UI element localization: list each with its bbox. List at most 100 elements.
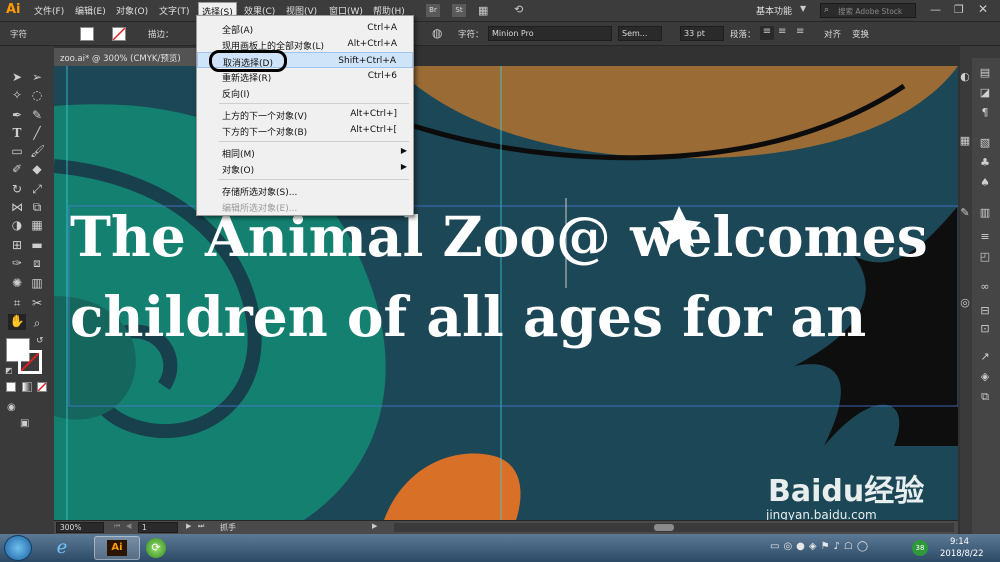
notification-badge[interactable]: 38	[912, 540, 928, 556]
symbols-icon[interactable]: ♣	[978, 156, 992, 170]
ie-taskbar-icon[interactable]: ℯ	[48, 538, 76, 558]
headline-line-2[interactable]: children of all ages for an	[70, 284, 866, 349]
rotate-tool-icon[interactable]: ↻	[10, 182, 24, 196]
selection-tool-icon[interactable]: ➤	[10, 70, 24, 84]
prev-page-icon[interactable]: ◀	[126, 522, 131, 530]
gradient-mode-icon[interactable]	[22, 382, 32, 392]
artboards-icon[interactable]: ◰	[978, 250, 992, 264]
menu-edit[interactable]: 编辑(E)	[75, 4, 106, 17]
links-icon[interactable]: ∞	[978, 280, 992, 294]
artboard-tool-icon[interactable]: ⌗	[10, 296, 24, 310]
shaper-tool-icon[interactable]: ✐	[10, 162, 24, 176]
layers-icon[interactable]: ▤	[978, 66, 992, 80]
menu-item-select-all[interactable]: 全部(A) Ctrl+A	[197, 20, 413, 36]
close-button[interactable]: ✕	[978, 2, 988, 16]
type-tool-icon[interactable]: T	[10, 126, 24, 140]
arrange-docs-icon[interactable]: ▦	[478, 4, 488, 17]
bridge-button[interactable]: Br	[426, 4, 440, 17]
menu-type[interactable]: 文字(T)	[159, 4, 190, 17]
export-icon[interactable]: ↗	[978, 350, 992, 364]
stock-button[interactable]: St	[452, 4, 466, 17]
page-field[interactable]: 1	[138, 522, 178, 533]
menu-file[interactable]: 文件(F)	[34, 4, 64, 17]
menu-object[interactable]: 对象(O)	[116, 4, 148, 17]
screen-mode-icon[interactable]: ▣	[20, 418, 29, 429]
artboard-canvas[interactable]: The Animal Zoo@ welcomes children of all…	[54, 66, 958, 520]
none-mode-icon[interactable]	[37, 382, 47, 392]
transform-icon[interactable]: ⊡	[978, 322, 992, 336]
direct-selection-tool-icon[interactable]: ➢	[30, 70, 44, 84]
eyedropper-icon[interactable]: ✑	[10, 256, 24, 270]
appearance-panel-icon[interactable]: ◎	[958, 296, 972, 310]
draw-normal-icon[interactable]: ◉	[7, 402, 16, 413]
browser-taskbar-icon[interactable]: ⟳	[146, 538, 166, 558]
perspective-grid-icon[interactable]: ▦	[30, 218, 44, 232]
stroke-color-box[interactable]	[18, 350, 42, 374]
horizontal-scrollbar[interactable]	[394, 523, 954, 532]
next-page-icon[interactable]: ▶	[186, 522, 191, 530]
lasso-icon[interactable]: ◌	[30, 88, 44, 102]
layers-stack-icon[interactable]: ◈	[978, 370, 992, 384]
align-right-icon[interactable]: ≡	[796, 26, 804, 37]
blend-tool-icon[interactable]: ⧈	[30, 256, 44, 270]
font-family-field[interactable]: Minion Pro	[488, 26, 612, 41]
rectangle-tool-icon[interactable]: ▭	[10, 144, 24, 158]
transform-label[interactable]: 变换	[852, 28, 869, 40]
gradient-icon[interactable]: ▥	[978, 206, 992, 220]
zoom-field[interactable]: 300%	[56, 522, 104, 533]
stroke-icon[interactable]: ≡	[978, 230, 992, 244]
align-label[interactable]: 对齐	[824, 28, 841, 40]
workspace-switcher[interactable]: 基本功能	[756, 4, 792, 17]
menu-item-reselect[interactable]: 重新选择(R) Ctrl+6	[197, 68, 413, 84]
menu-item-deselect[interactable]: 取消选择(D) Shift+Ctrl+A	[197, 50, 413, 72]
transparency-icon[interactable]: ▧	[978, 136, 992, 150]
align-icon[interactable]: ⊟	[978, 304, 992, 318]
clock-date[interactable]: 2018/8/22	[940, 549, 984, 559]
menu-item-inverse[interactable]: 反向(I)	[197, 84, 413, 100]
symbol-sprayer-icon[interactable]: ✺	[10, 276, 24, 290]
swap-colors-icon[interactable]: ↺	[36, 336, 44, 346]
chevron-down-icon[interactable]: ▼	[800, 4, 806, 13]
scale-tool-icon[interactable]: ⤢	[30, 182, 44, 196]
scrollbar-thumb[interactable]	[654, 524, 674, 531]
color-mode-icon[interactable]	[6, 382, 16, 392]
stock-search[interactable]: ⌕ 搜索 Adobe Stock	[820, 3, 916, 18]
paragraph-icon[interactable]: ¶	[978, 106, 992, 120]
pathfinder-icon[interactable]: ◪	[978, 86, 992, 100]
zoom-tool-icon[interactable]: ⌕	[30, 316, 44, 330]
free-transform-icon[interactable]: ⧉	[30, 200, 44, 214]
default-colors-icon[interactable]: ◩	[5, 366, 13, 375]
illustrator-taskbar-button[interactable]: Ai	[94, 536, 140, 560]
line-tool-icon[interactable]: ╱	[30, 126, 44, 140]
first-page-icon[interactable]: ⏮	[114, 522, 120, 531]
mesh-tool-icon[interactable]: ⊞	[10, 238, 24, 252]
graphic-styles-icon[interactable]: ♠	[978, 176, 992, 190]
stroke-swatch[interactable]	[112, 27, 126, 41]
gpu-icon[interactable]: ⟲	[514, 3, 523, 16]
menu-item-object[interactable]: 对象(O) ▶	[197, 160, 413, 176]
align-left-icon[interactable]: ≡	[760, 26, 774, 40]
gradient-tool-icon[interactable]: ▬	[30, 238, 44, 252]
hand-tool-icon[interactable]: ✋	[8, 314, 26, 330]
last-page-icon[interactable]: ⏭	[198, 522, 204, 531]
pen-tool-icon[interactable]: ✒	[10, 108, 24, 122]
swatches-panel-icon[interactable]: ▦	[958, 134, 972, 148]
menu-item-next-object-below[interactable]: 下方的下一个对象(B) Alt+Ctrl+[	[197, 122, 413, 138]
slice-tool-icon[interactable]: ✂	[30, 296, 44, 310]
menu-item-save-selection[interactable]: 存储所选对象(S)...	[197, 182, 413, 198]
color-panel-icon[interactable]: ◐	[958, 70, 972, 84]
document-tab[interactable]: zoo.ai* @ 300% (CMYK/预览)	[54, 48, 214, 66]
menu-item-next-object-above[interactable]: 上方的下一个对象(V) Alt+Ctrl+]	[197, 106, 413, 122]
status-arrow-icon[interactable]: ▶	[372, 522, 377, 530]
align-center-icon[interactable]: ≡	[778, 26, 786, 37]
brush-panel-icon[interactable]: ✎	[958, 206, 972, 220]
graph-tool-icon[interactable]: ▥	[30, 276, 44, 290]
fill-swatch[interactable]	[80, 27, 94, 41]
menu-item-same[interactable]: 相同(M) ▶	[197, 144, 413, 160]
width-tool-icon[interactable]: ⋈	[10, 200, 24, 214]
eraser-icon[interactable]: ◆	[30, 162, 44, 176]
globe-icon[interactable]: ◍	[432, 26, 442, 40]
maximize-button[interactable]: ❐	[954, 3, 964, 16]
start-button[interactable]	[4, 535, 32, 561]
font-size-field[interactable]: 33 pt	[680, 26, 724, 41]
